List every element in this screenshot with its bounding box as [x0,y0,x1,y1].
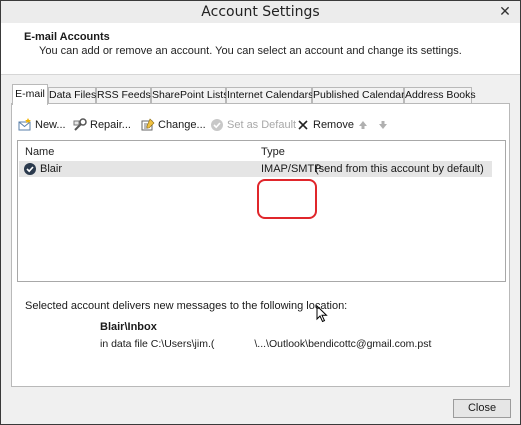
header-title: E-mail Accounts [24,31,110,43]
down-arrow-icon [376,118,390,132]
change-icon [141,118,155,132]
email-tab-panel: New... Repair... Change... Set as Defaul… [11,103,510,387]
data-file-path-prefix: in data file C:\Users\jim.( [100,338,215,350]
tab-address-books[interactable]: Address Books [404,87,476,104]
close-button[interactable]: Close [453,399,511,418]
tab-email[interactable]: E-mail [12,84,48,105]
data-file-path-suffix: \...\Outlook\bendicottc@gmail.com.pst [254,338,432,350]
repair-icon [73,118,87,132]
remove-button-label: Remove [313,119,354,131]
tab-published-calendars[interactable]: Published Calendars [312,87,410,104]
change-button[interactable]: Change... [141,116,206,134]
change-button-label: Change... [158,119,206,131]
tab-sharepoint-lists[interactable]: SharePoint Lists [151,87,228,104]
account-list[interactable]: Name Type Blair IMAP/SMTP (send from thi… [17,140,506,323]
tab-internet-calendars[interactable]: Internet Calendars [226,87,313,104]
window-title: Account Settings [201,4,320,20]
delivery-folder: Blair\Inbox [100,321,157,333]
account-name: Blair [40,163,63,175]
header-subtitle: You can add or remove an account. You ca… [39,45,462,57]
move-up-button[interactable] [356,116,370,134]
tab-rss-feeds[interactable]: RSS Feeds [96,87,151,104]
account-settings-window: Account Settings ✕ E-mail Accounts You c… [0,0,521,425]
tab-data-files[interactable]: Data Files [48,87,96,104]
up-arrow-icon [356,118,370,132]
repair-button[interactable]: Repair... [73,116,131,134]
move-down-button[interactable] [376,116,390,134]
default-note: (send from this account by default) [315,163,484,175]
new-account-icon [18,118,32,132]
type-highlight-callout [257,179,317,219]
remove-x-icon [296,118,310,132]
check-icon [210,118,224,132]
default-account-check-icon [23,162,37,176]
title-bar: Account Settings ✕ [1,1,520,23]
header-panel: E-mail Accounts You can add or remove an… [1,23,520,75]
column-header-name[interactable]: Name [25,146,54,158]
close-icon[interactable]: ✕ [497,3,513,19]
table-row[interactable]: Blair IMAP/SMTP (send from this account … [19,161,492,177]
set-default-label: Set as Default [227,119,297,131]
new-button[interactable]: New... [18,116,66,134]
data-file-path: in data file C:\Users\jim.( \...\Outlook\… [100,338,431,350]
remove-button[interactable]: Remove [296,116,354,134]
account-type: IMAP/SMTP [261,163,322,175]
set-default-button[interactable]: Set as Default [210,116,296,134]
column-header-type[interactable]: Type [261,146,285,158]
delivery-location-label: Selected account delivers new messages t… [25,300,348,312]
repair-button-label: Repair... [90,119,131,131]
new-button-label: New... [35,119,66,131]
